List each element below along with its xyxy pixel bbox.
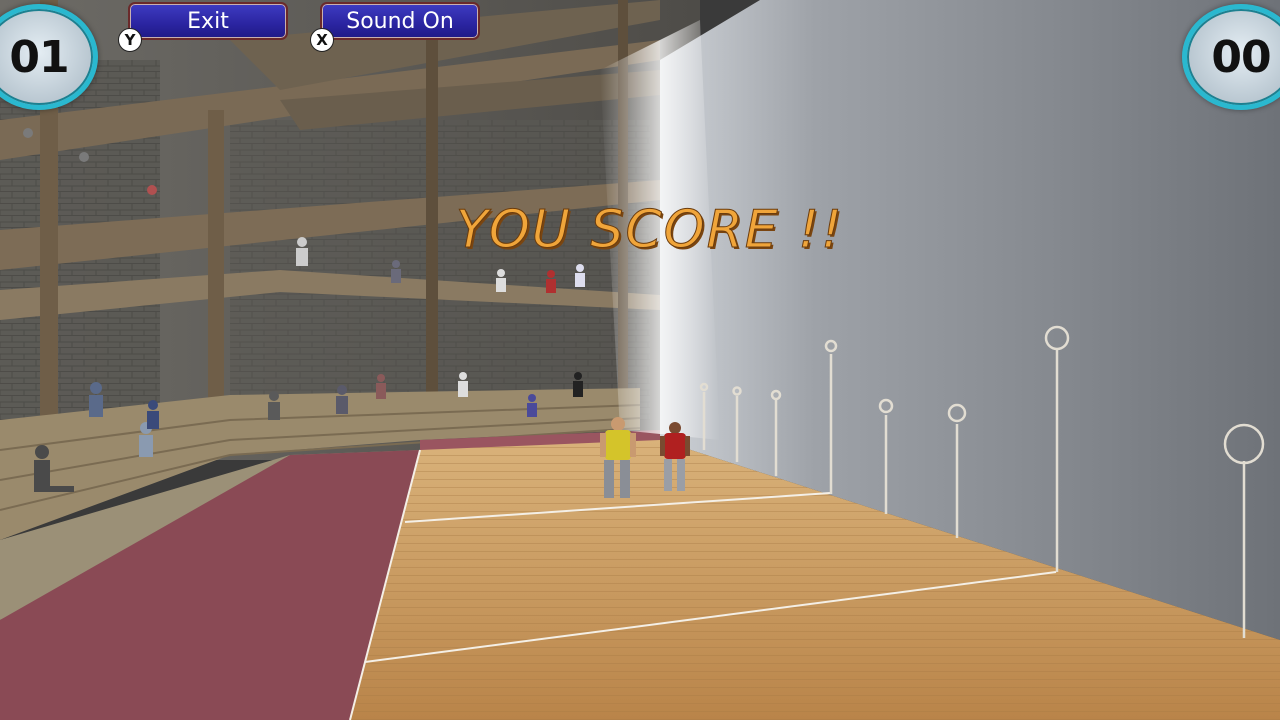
sound-label: Sound On: [346, 8, 454, 34]
pillar: [208, 110, 224, 440]
y-key-icon: Y: [118, 28, 142, 52]
pillar: [426, 40, 438, 430]
exit-key-label: Y: [124, 31, 136, 49]
brick-wall-center: [230, 120, 650, 420]
sound-toggle-button[interactable]: Sound On: [320, 2, 480, 40]
x-key-icon: X: [310, 28, 334, 52]
sound-key-label: X: [316, 31, 328, 49]
right-score-value: 00: [1211, 31, 1271, 83]
exit-button[interactable]: Exit: [128, 2, 288, 40]
left-score-value: 01: [9, 31, 69, 83]
score-banner: YOU SCORE !!: [456, 200, 844, 261]
exit-label: Exit: [187, 8, 229, 34]
court-scene: [0, 0, 1280, 720]
